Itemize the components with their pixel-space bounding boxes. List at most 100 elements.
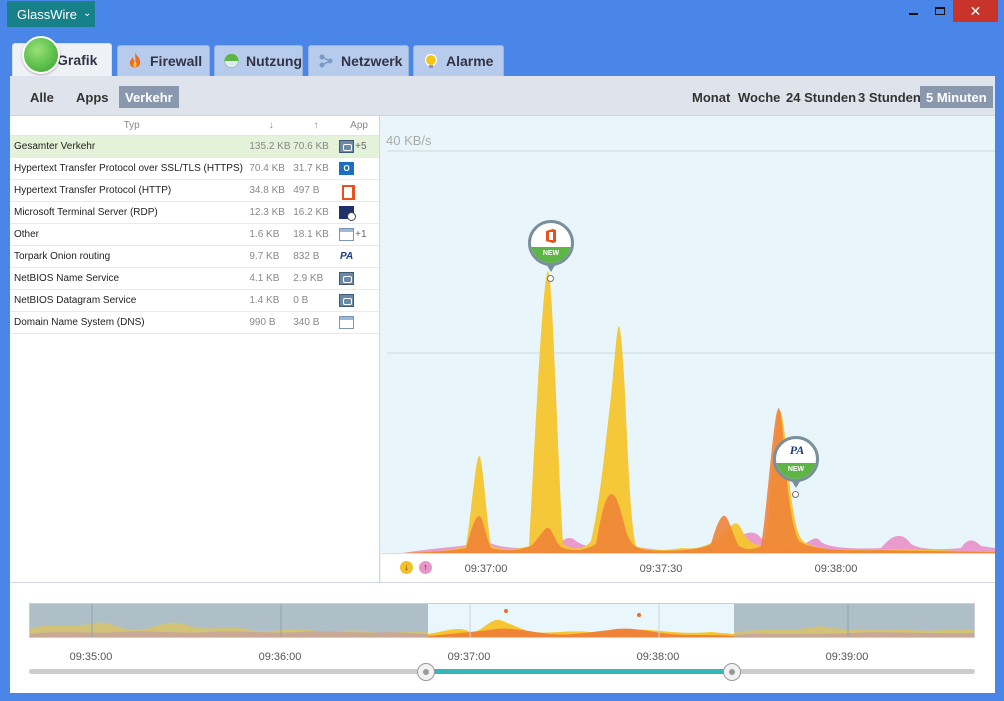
row-download: 70.4 KB <box>249 163 285 174</box>
grafik-logo-icon <box>22 36 60 74</box>
range-week-button[interactable]: Woche <box>732 86 786 108</box>
overview-time-tick: 09:36:00 <box>258 651 302 663</box>
overview-graph-svg <box>30 604 974 637</box>
pin-new-badge: NEW <box>531 247 571 263</box>
time-tick: 09:37:00 <box>464 563 508 575</box>
row-type: Microsoft Terminal Server (RDP) <box>14 207 158 218</box>
table-row[interactable]: Hypertext Transfer Protocol over SSL/TLS… <box>10 158 379 180</box>
pin-new-badge: NEW <box>776 463 816 479</box>
row-upload: 18.1 KB <box>293 229 329 240</box>
outlook-icon: O <box>339 162 355 175</box>
row-upload: 0 B <box>293 295 309 306</box>
traffic-graph[interactable]: 40 KB/s NEW PA NEW ↓ ↑ 09:37:00 09:37:30… <box>381 116 995 582</box>
row-app: PA <box>339 250 379 263</box>
range-5min-button[interactable]: 5 Minuten <box>920 86 993 108</box>
network-nodes-icon <box>319 54 333 68</box>
row-app <box>339 316 379 329</box>
row-upload: 2.9 KB <box>293 273 324 284</box>
download-area <box>403 271 995 553</box>
row-app: +5 <box>339 140 379 153</box>
traffic-graph-svg <box>387 150 995 553</box>
window-icon <box>339 228 355 241</box>
table-row[interactable]: Other 1.6 KB 18.1 KB +1 <box>10 224 379 246</box>
row-app: +1 <box>339 228 379 241</box>
row-app <box>339 294 379 307</box>
tab-nutzung[interactable]: Nutzung <box>214 45 303 76</box>
tab-nutzung-label: Nutzung <box>246 53 302 69</box>
range-3h-button[interactable]: 3 Stunden <box>852 86 927 108</box>
range-month-button[interactable]: Monat <box>686 86 736 108</box>
graph-panel: Alle Apps Verkehr Monat Woche 24 Stunden… <box>10 76 995 693</box>
filter-apps-button[interactable]: Apps <box>70 86 115 108</box>
pin-head: NEW <box>528 220 574 266</box>
tab-firewall[interactable]: Firewall <box>117 45 210 76</box>
table-row[interactable]: Hypertext Transfer Protocol (HTTP) 34.8 … <box>10 180 379 202</box>
upload-legend-icon[interactable]: ↑ <box>419 561 432 574</box>
alert-bulb-icon <box>424 53 438 68</box>
timeline-end-handle[interactable] <box>723 663 741 681</box>
table-row[interactable]: NetBIOS Datagram Service 1.4 KB 0 B <box>10 290 379 312</box>
minimize-icon <box>908 13 918 15</box>
col-upload-header[interactable]: ↑ <box>293 120 339 131</box>
row-upload: 16.2 KB <box>293 207 329 218</box>
timeline-slider-selection[interactable] <box>426 669 732 674</box>
table-row[interactable]: Domain Name System (DNS) 990 B 340 B <box>10 312 379 334</box>
row-type: Domain Name System (DNS) <box>14 317 145 328</box>
overview-graph[interactable] <box>29 603 975 638</box>
row-download: 990 B <box>249 317 276 328</box>
col-app-header[interactable]: App <box>339 120 379 131</box>
tab-alarme[interactable]: Alarme <box>413 45 504 76</box>
traffic-table: Typ ↓ ↑ App Gesamter Verkehr 135.2 KB 70… <box>10 116 380 582</box>
graph-scale-label: 40 KB/s <box>386 133 432 148</box>
col-download-header[interactable]: ↓ <box>249 120 293 131</box>
row-download: 12.3 KB <box>249 207 285 218</box>
row-app: O <box>339 162 379 175</box>
row-upload: 340 B <box>293 317 320 328</box>
pin-head: PA NEW <box>773 436 819 482</box>
timeline-start-handle[interactable] <box>417 663 435 681</box>
table-header: Typ ↓ ↑ App <box>10 116 379 136</box>
overview-alert-marker[interactable] <box>504 609 508 613</box>
row-type: Hypertext Transfer Protocol (HTTP) <box>14 185 172 196</box>
range-24h-button[interactable]: 24 Stunden <box>780 86 862 108</box>
row-type: Hypertext Transfer Protocol over SSL/TLS… <box>14 163 243 174</box>
table-row[interactable]: Gesamter Verkehr 135.2 KB 70.6 KB +5 <box>10 136 379 158</box>
row-download: 1.6 KB <box>249 229 280 240</box>
graph-time-axis: ↓ ↑ 09:37:00 09:37:30 09:38:00 <box>381 553 995 582</box>
tab-alarme-label: Alarme <box>446 53 494 69</box>
table-row[interactable]: Microsoft Terminal Server (RDP) 12.3 KB … <box>10 202 379 224</box>
download-legend-icon[interactable]: ↓ <box>400 561 413 574</box>
flame-icon <box>129 53 141 68</box>
row-app <box>339 206 379 221</box>
col-type-header[interactable]: Typ <box>10 120 249 131</box>
row-type: Gesamter Verkehr <box>14 141 96 152</box>
filter-traffic-button[interactable]: Verkehr <box>119 86 179 108</box>
usage-globe-icon <box>224 53 239 69</box>
remote-desktop-icon <box>339 206 357 221</box>
table-row[interactable]: Torpark Onion routing 9.7 KB 832 B PA <box>10 246 379 268</box>
new-app-pin-pa[interactable]: PA NEW <box>773 436 819 498</box>
close-icon: ✕ <box>969 2 982 19</box>
close-button[interactable]: ✕ <box>953 0 998 22</box>
row-app <box>339 184 379 200</box>
table-row[interactable]: NetBIOS Name Service 4.1 KB 2.9 KB <box>10 268 379 290</box>
tab-netzwerk[interactable]: Netzwerk <box>308 45 409 76</box>
overview-time-tick: 09:38:00 <box>636 651 680 663</box>
network-icon <box>339 140 355 153</box>
filter-all-button[interactable]: Alle <box>24 86 60 108</box>
overview-time-tick: 09:35:00 <box>69 651 113 663</box>
row-download: 4.1 KB <box>249 273 280 284</box>
timeline-overview: 09:35:00 09:36:00 09:37:00 09:38:00 09:3… <box>10 582 995 693</box>
row-app-extra: +1 <box>355 229 367 240</box>
overview-alert-marker[interactable] <box>637 613 641 617</box>
office-icon <box>339 184 356 200</box>
graph-subnav: Alle Apps Verkehr Monat Woche 24 Stunden… <box>10 76 995 116</box>
pa-icon: PA <box>789 443 805 457</box>
row-app-extra: +5 <box>355 141 367 152</box>
app-window: GlassWire ⌄ ✕ Grafik Firewall Nutzung Ne… <box>0 0 1004 701</box>
new-app-pin-office[interactable]: NEW <box>528 220 574 282</box>
time-tick: 09:37:30 <box>639 563 683 575</box>
row-upload: 497 B <box>293 185 320 196</box>
tab-netzwerk-label: Netzwerk <box>341 53 403 69</box>
app-menu-button[interactable]: GlassWire ⌄ <box>7 1 95 27</box>
